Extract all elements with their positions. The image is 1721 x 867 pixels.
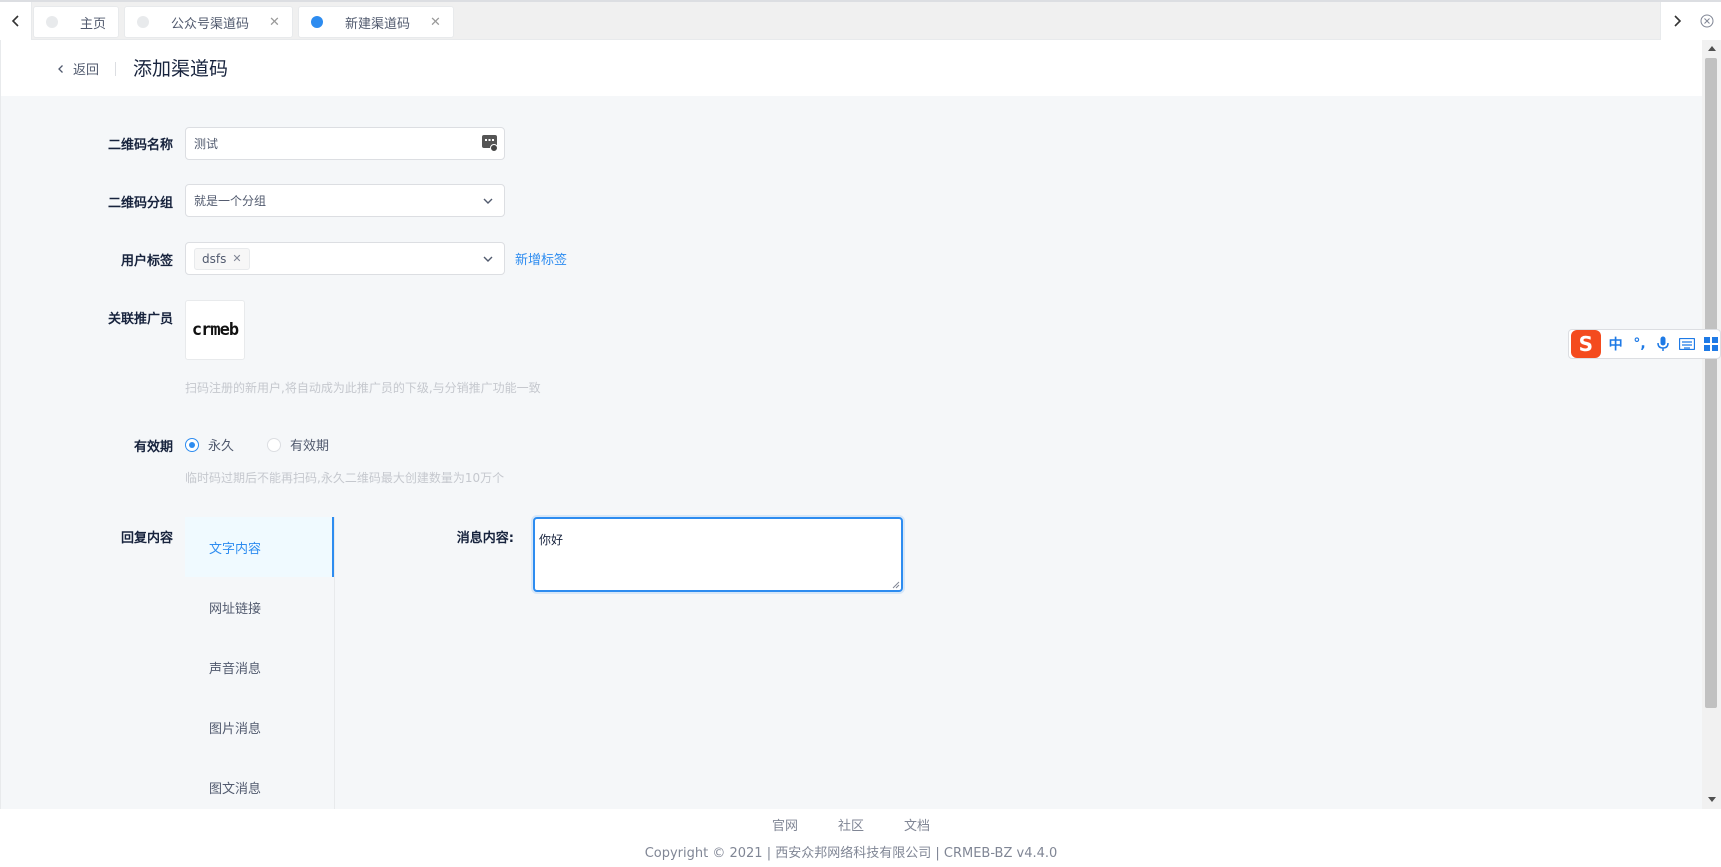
tab-scroll-right-button[interactable] [1660, 2, 1692, 40]
footer-links: 官网 社区 文档 [0, 815, 1702, 834]
tab-scroll-left-button[interactable] [0, 2, 32, 40]
footer-link-community[interactable]: 社区 [838, 815, 864, 834]
chevron-left-icon [58, 64, 63, 73]
reply-type-menu: 文字内容 网址链接 声音消息 图片消息 图文消息 [185, 517, 335, 809]
promoter-label: 关联推广员 [107, 312, 173, 327]
tab-status-dot [46, 16, 58, 28]
promoter-hint: 扫码注册的新用户,将自动成为此推广员的下级,与分销推广功能一致 [185, 381, 541, 395]
circle-close-icon [1700, 14, 1713, 28]
footer-link-official[interactable]: 官网 [772, 815, 798, 834]
tab-status-dot [137, 16, 150, 28]
tab-home[interactable]: 主页 [33, 6, 120, 38]
tab-close-icon[interactable]: ✕ [430, 15, 441, 30]
reply-type-text[interactable]: 文字内容 [185, 517, 334, 577]
chevron-down-icon [483, 256, 493, 262]
chevron-down-icon [483, 198, 493, 204]
user-tags-label: 用户标签 [120, 254, 173, 269]
reply-type-voice[interactable]: 声音消息 [185, 637, 334, 697]
resize-grip-icon[interactable] [892, 581, 900, 589]
page-title: 添加渠道码 [133, 58, 229, 80]
copyright-text: Copyright © 2021 | 西安众邦网络科技有限公司 | CRMEB-… [644, 846, 1058, 861]
keyboard-icon[interactable] [1678, 338, 1696, 350]
radio-circle [267, 437, 281, 452]
tab-status-dot [310, 16, 323, 28]
scroll-down-button[interactable] [1702, 792, 1721, 808]
ime-punctuation[interactable]: °, [1631, 336, 1649, 352]
chevron-right-icon [1673, 15, 1681, 27]
tab-bar: 主页 公众号渠道码 ✕ 新建渠道码 ✕ [0, 0, 1721, 40]
vertical-scrollbar[interactable] [1702, 40, 1721, 809]
footer-link-docs[interactable]: 文档 [904, 815, 930, 834]
back-label: 返回 [73, 63, 100, 78]
ime-mode-chinese[interactable]: 中 [1607, 334, 1625, 354]
qr-group-select[interactable]: 就是一个分组 [185, 184, 505, 217]
promoter-avatar[interactable]: crmeb [185, 300, 245, 360]
message-textarea[interactable]: 你好 [533, 517, 903, 592]
tag-chip-label: dsfs [202, 251, 227, 266]
tab-new-channel-code[interactable]: 新建渠道码 ✕ [297, 6, 454, 38]
microphone-icon[interactable] [1654, 336, 1672, 352]
scroll-thumb[interactable] [1705, 58, 1717, 708]
qr-group-value: 就是一个分组 [194, 194, 267, 208]
qr-name-input[interactable]: 测试 [185, 127, 505, 160]
tab-label: 主页 [80, 16, 107, 32]
tab-channel-codes[interactable]: 公众号渠道码 ✕ [124, 6, 293, 38]
keyboard-icon[interactable] [482, 135, 498, 152]
crmeb-logo: crmeb [191, 320, 239, 340]
validity-permanent-radio[interactable]: 永久 [185, 435, 234, 454]
reply-content-label: 回复内容 [120, 531, 173, 546]
reply-type-image[interactable]: 图片消息 [185, 697, 334, 757]
qr-group-label: 二维码分组 [107, 196, 173, 211]
qr-name-label: 二维码名称 [107, 138, 173, 153]
radio-label: 永久 [208, 439, 235, 454]
ime-toolbar[interactable]: S 中 °, [1568, 329, 1721, 359]
radio-circle [185, 437, 199, 452]
reply-type-article[interactable]: 图文消息 [185, 757, 334, 817]
tab-close-icon[interactable]: ✕ [269, 15, 280, 30]
add-tag-link[interactable]: 新增标签 [515, 249, 567, 268]
caret-down-icon [1707, 797, 1716, 802]
message-value: 你好 [539, 533, 564, 547]
qr-name-value: 测试 [194, 137, 219, 151]
validity-limited-radio[interactable]: 有效期 [267, 435, 329, 454]
grid-menu-icon[interactable] [1702, 337, 1720, 351]
tab-label: 新建渠道码 [344, 16, 410, 32]
close-all-tabs-button[interactable] [1692, 2, 1721, 40]
validity-label: 有效期 [133, 440, 173, 455]
scroll-up-button[interactable] [1702, 40, 1721, 56]
tab-list: 主页 公众号渠道码 ✕ 新建渠道码 ✕ [33, 6, 454, 38]
radio-label: 有效期 [290, 439, 330, 454]
tag-chip: dsfs ✕ [194, 247, 250, 270]
user-tags-select[interactable]: dsfs ✕ [185, 242, 505, 275]
back-button[interactable]: 返回 [57, 59, 99, 78]
sogou-logo-icon[interactable]: S [1571, 330, 1601, 358]
caret-up-icon [1707, 46, 1716, 51]
validity-hint: 临时码过期后不能再扫码,永久二维码最大创建数量为10万个 [185, 471, 505, 485]
reply-type-link[interactable]: 网址链接 [185, 577, 334, 637]
header-divider [115, 62, 116, 76]
tab-label: 公众号渠道码 [171, 16, 250, 32]
page-header: 返回 添加渠道码 [0, 40, 1702, 96]
chevron-left-icon [11, 15, 19, 27]
tag-remove-icon[interactable]: ✕ [232, 252, 241, 265]
message-content-label: 消息内容: [456, 531, 514, 546]
